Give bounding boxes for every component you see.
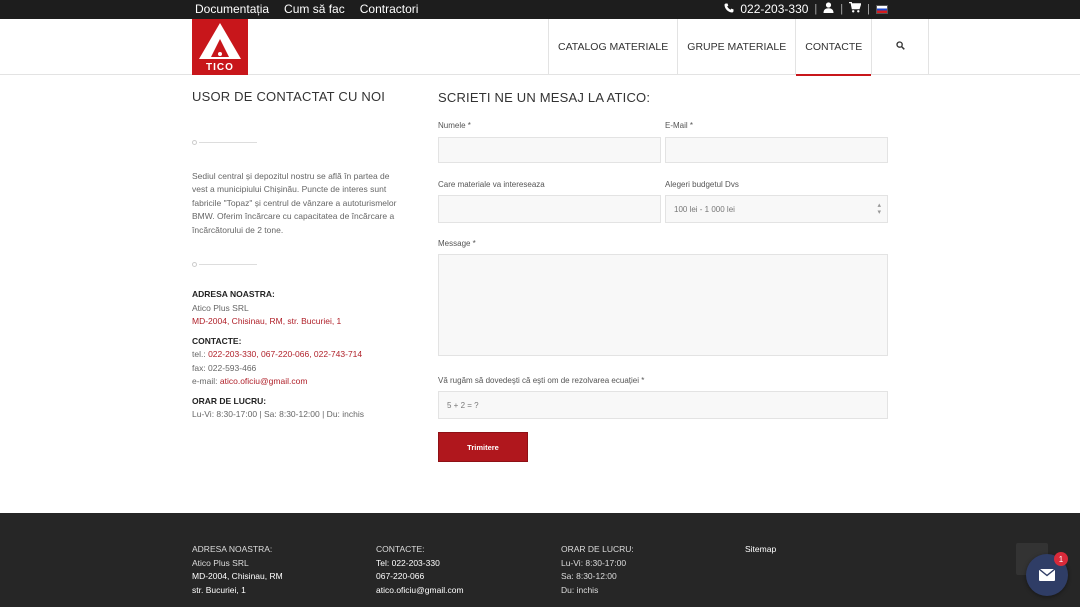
address-company: Atico Plus SRL [192, 302, 249, 313]
footer-hours-weekday: Lu-Vi: 8:30-17:00 [561, 557, 627, 568]
footer-tel[interactable]: Tel: 022-203-330 [376, 557, 464, 571]
fax-line: fax: 022-593-466 [192, 362, 257, 373]
budget-selected: 100 lei - 1 000 lei [674, 205, 735, 214]
address-link[interactable]: MD-2004, Chisinau, RM, str. Bucuriei, 1 [192, 315, 402, 329]
message-textarea[interactable] [438, 254, 888, 356]
footer-hours-sun: Du: inchis [561, 584, 599, 595]
chat-widget-button[interactable]: 1 [1026, 552, 1068, 596]
top-right: 022-203-330 | | | [724, 1, 888, 16]
contact-title: USOR DE CONTACTAT CU NOI [192, 89, 386, 104]
cart-icon[interactable] [849, 1, 862, 16]
materials-input[interactable] [438, 195, 661, 223]
name-input[interactable] [438, 137, 661, 163]
footer-contacts-label: CONTACTE: [376, 544, 425, 554]
footer-address-label: ADRESA NOASTRA: [192, 544, 273, 554]
select-arrows-icon: ▴ ▾ [877, 202, 881, 216]
footer-hours-sat: Sa: 8:30-12:00 [561, 571, 617, 581]
divider [192, 262, 402, 268]
search-button[interactable] [871, 19, 930, 75]
message-label: Message * [438, 239, 476, 248]
search-icon [896, 41, 905, 53]
logo-text: TICO [206, 62, 234, 73]
address-label: ADRESA NOASTRA: [192, 289, 275, 299]
nav-grupe-materiale[interactable]: GRUPE MATERIALE [677, 19, 795, 75]
phone-icon [724, 2, 734, 16]
footer-address-line1: MD-2004, Chisinau, RM [192, 571, 283, 581]
user-icon[interactable] [823, 2, 834, 16]
top-phone[interactable]: 022-203-330 [740, 2, 808, 16]
email-input[interactable] [665, 137, 888, 163]
top-bar: Documentația Cum să fac Contractori 022-… [0, 0, 1080, 19]
tel-line: tel.: 022-203-330, 067-220-066, 022-743-… [192, 348, 402, 362]
footer-hours-label: ORAR DE LUCRU: [561, 544, 634, 554]
footer: ADRESA NOASTRA: Atico Plus SRL MD-2004, … [0, 513, 1080, 607]
contact-info-column: USOR DE CONTACTAT CU NOI Sediul central … [192, 90, 402, 422]
tel-links[interactable]: 022-203-330, 067-220-066, 022-743-714 [208, 349, 362, 359]
email-label: E-Mail * [665, 121, 694, 130]
top-link-contractori[interactable]: Contractori [360, 2, 419, 16]
chat-badge: 1 [1054, 552, 1068, 566]
materials-label: Care materiale va intereseaza [438, 180, 545, 189]
email-prefix: e-mail: [192, 376, 220, 386]
contacts-label: CONTACTE: [192, 335, 242, 346]
top-links: Documentația Cum să fac Contractori [195, 2, 418, 16]
hours-label: ORAR DE LUCRU: [192, 395, 267, 406]
separator: | [840, 3, 844, 15]
logo-dot [218, 52, 222, 56]
captcha-label: Vă rugăm să dovedeşti că eşti om de rezo… [438, 376, 645, 385]
top-link-cum-sa-fac[interactable]: Cum să fac [284, 2, 345, 16]
description-text: Sediul central și depozitul nostru se af… [192, 170, 397, 235]
budget-label: Alegeri budgetul Dvs [665, 180, 739, 189]
footer-sitemap-link[interactable]: Sitemap [745, 543, 776, 557]
hours-text: Lu-Vi: 8:30-17:00 | Sa: 8:30-12:00 | Du:… [192, 409, 365, 419]
footer-address: ADRESA NOASTRA: Atico Plus SRL MD-2004, … [192, 543, 283, 597]
footer-company: Atico Plus SRL [192, 557, 249, 568]
russian-flag-icon[interactable] [876, 4, 888, 14]
main-header: TICO CATALOG MATERIALE GRUPE MATERIALE C… [0, 19, 1080, 76]
footer-email[interactable]: atico.oficiu@gmail.com [376, 584, 464, 598]
nav-contacte[interactable]: CONTACTE [795, 19, 872, 76]
tel-prefix: tel.: [192, 349, 209, 359]
submit-button[interactable]: Trimitere [438, 432, 528, 462]
footer-address-line2: str. Bucuriei, 1 [192, 584, 246, 595]
main-nav: CATALOG MATERIALE GRUPE MATERIALE CONTAC… [548, 19, 930, 76]
separator: | [867, 3, 870, 15]
captcha-equation: 5 + 2 = ? [447, 401, 479, 410]
footer-hours: ORAR DE LUCRU: Lu-Vi: 8:30-17:00 Sa: 8:3… [561, 543, 634, 597]
footer-mobile[interactable]: 067-220-066 [376, 570, 464, 584]
address-block: ADRESA NOASTRA: Atico Plus SRL MD-2004, … [192, 288, 402, 329]
site-logo[interactable]: TICO [192, 19, 248, 75]
name-label: Numele * [438, 121, 471, 130]
top-link-documentatia[interactable]: Documentația [195, 2, 269, 16]
form-title: SCRIETI NE UN MESAJ LA ATICO: [438, 90, 651, 105]
contacts-block: CONTACTE: tel.: 022-203-330, 067-220-066… [192, 335, 402, 389]
divider [192, 139, 402, 146]
separator: | [814, 3, 818, 15]
footer-contacts: CONTACTE: Tel: 022-203-330 067-220-066 a… [376, 543, 464, 597]
email-line: e-mail: atico.oficiu@gmail.com [192, 375, 402, 389]
envelope-icon [1039, 569, 1055, 581]
nav-catalog-materiale[interactable]: CATALOG MATERIALE [548, 19, 677, 75]
budget-select[interactable]: 100 lei - 1 000 lei ▴ ▾ [665, 195, 888, 223]
captcha-input[interactable]: 5 + 2 = ? [438, 391, 888, 419]
hours-block: ORAR DE LUCRU: Lu-Vi: 8:30-17:00 | Sa: 8… [192, 395, 402, 422]
email-link[interactable]: atico.oficiu@gmail.com [220, 376, 308, 386]
